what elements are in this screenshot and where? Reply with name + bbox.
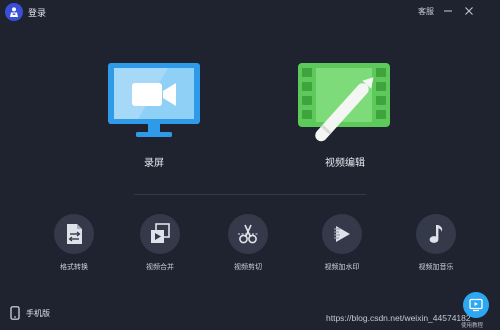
minimize-button[interactable] — [440, 3, 456, 19]
video-cut-circle — [228, 214, 268, 254]
video-watermark-label: 视频加水印 — [324, 264, 360, 271]
video-merge-icon — [151, 223, 170, 243]
format-convert-circle — [54, 214, 94, 254]
scissors-icon — [238, 224, 258, 244]
format-convert-label: 格式转换 — [60, 264, 88, 271]
title-bar: 登录 客服 — [0, 0, 500, 24]
video-edit-button[interactable]: 视频编辑 — [296, 62, 394, 169]
video-merge-label: 视频合并 — [146, 264, 174, 271]
tutorial-icon — [469, 298, 483, 312]
phone-icon — [10, 306, 20, 320]
video-merge-button[interactable]: 视频合并 — [130, 214, 190, 272]
music-note-icon — [429, 225, 443, 243]
video-edit-label: 视频编辑 — [325, 158, 365, 169]
video-edit-icon — [298, 63, 390, 142]
screen-record-icon — [108, 63, 200, 137]
format-convert-icon — [67, 224, 82, 244]
tutorial-button[interactable] — [463, 292, 489, 318]
video-music-label: 视频加音乐 — [418, 264, 454, 271]
customer-service-link[interactable]: 客服 — [418, 6, 434, 17]
divider — [134, 194, 366, 195]
user-avatar-icon[interactable] — [5, 3, 23, 21]
video-music-circle — [416, 214, 456, 254]
login-link[interactable]: 登录 — [28, 6, 46, 19]
watermark-icon — [334, 226, 350, 242]
video-music-button[interactable]: 视频加音乐 — [406, 214, 466, 272]
tutorial-label: 使用教程 — [461, 323, 484, 329]
video-merge-circle — [140, 214, 180, 254]
video-cut-label: 视频剪切 — [234, 264, 262, 271]
video-watermark-button[interactable]: 视频加水印 — [312, 214, 372, 272]
format-convert-button[interactable]: 格式转换 — [44, 214, 104, 272]
video-watermark-circle — [322, 214, 362, 254]
mobile-version-link[interactable]: 手机版 — [10, 306, 50, 320]
minimize-icon — [444, 10, 452, 12]
close-button[interactable] — [461, 3, 477, 19]
screen-record-label: 录屏 — [144, 158, 164, 169]
video-cut-button[interactable]: 视频剪切 — [218, 214, 278, 272]
url-watermark: https://blog.csdn.net/weixin_44574182 — [326, 313, 471, 323]
screen-record-button[interactable]: 录屏 — [106, 62, 202, 169]
mobile-version-label: 手机版 — [26, 308, 50, 318]
close-icon — [465, 7, 473, 15]
